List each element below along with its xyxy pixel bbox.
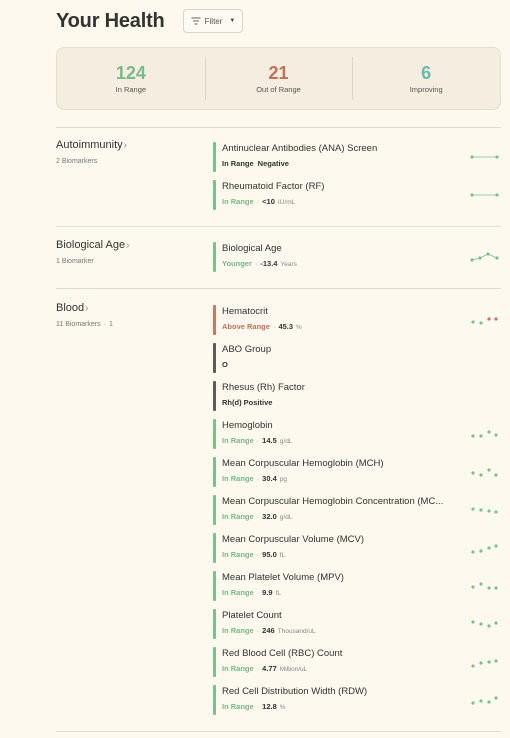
biomarker-row[interactable]: Red Cell Distribution Width (RDW) In Ran…	[213, 685, 501, 715]
filter-icon	[191, 17, 201, 25]
category-biological-age: Biological Age› 1 Biomarker Biological A…	[56, 226, 501, 288]
status-bar	[213, 495, 216, 525]
in-range-label: In Range	[115, 85, 147, 94]
category-count: 11 Biomarkers · 1	[56, 321, 113, 328]
status-bar	[213, 305, 216, 335]
sparkline-icon	[471, 659, 498, 668]
biomarker-name: Mean Corpuscular Volume (MCV)	[222, 534, 365, 545]
biomarker-name: Hematocrit	[222, 306, 268, 317]
caret-down-icon: ▼	[229, 18, 236, 24]
biomarker-row[interactable]: Platelet Count In Range · 246 Thousand/uL	[213, 609, 501, 639]
biomarker-result: In Range · 12.8%	[222, 702, 286, 711]
sparkline-icon	[471, 317, 498, 325]
biomarker-row[interactable]: Rheumatoid Factor (RF) In Range · <10 IU/mL	[213, 180, 501, 210]
biomarker-row[interactable]: Mean Corpuscular Volume (MCV) In Range · 9…	[213, 533, 501, 563]
biomarker-row[interactable]: Antinuclear Antibodies (ANA) Screen In R…	[213, 142, 501, 172]
biomarker-name: Red Blood Cell (RBC) Count	[222, 648, 343, 659]
page-title: Your Health	[56, 9, 165, 32]
category-count: 1 Biomarker	[56, 258, 94, 265]
status-bar	[213, 419, 216, 449]
biomarker-row[interactable]: ABO Group O	[213, 343, 501, 373]
biomarker-result: O	[222, 360, 228, 369]
sparkline-icon	[471, 696, 498, 705]
category-title[interactable]: Blood›	[56, 302, 88, 314]
biomarker-result: In Range · 30.4 pg	[222, 474, 288, 483]
filter-button[interactable]: Filter ▼	[183, 9, 243, 33]
category-blood: Blood› 11 Biomarkers · 1 Hematocrit Above …	[56, 288, 501, 732]
biomarker-name: Mean Platelet Volume (MPV)	[222, 572, 344, 583]
improving-label: Improving	[409, 85, 443, 94]
out-of-range-label: Out of Range	[256, 85, 301, 94]
filter-label: Filter	[204, 16, 223, 26]
sparkline-icon	[470, 252, 499, 262]
sparkline-icon	[471, 544, 498, 554]
biomarker-result: In Range · 14.5 g/dL	[222, 436, 293, 445]
biomarker-result: In Range · 4.77 Million/uL	[222, 664, 308, 673]
sparkline-icon	[471, 582, 498, 590]
biomarker-result: Rh(d) Positive	[222, 398, 273, 407]
page-header: Your Health	[56, 8, 165, 34]
status-bar	[213, 647, 216, 677]
chevron-right-icon: ›	[126, 240, 130, 251]
biomarker-name: Biological Age	[222, 243, 282, 254]
category-autoimmunity: Autoimmunity› 2 Biomarkers Antinuclear A…	[56, 127, 501, 226]
status-bar	[213, 381, 216, 411]
status-bar	[213, 571, 216, 601]
biomarker-name: Rhesus (Rh) Factor	[222, 382, 305, 393]
out-of-range-count: 21	[268, 63, 289, 83]
sparkline-icon	[471, 468, 498, 477]
biomarker-row[interactable]: Mean Platelet Volume (MPV) In Range · 9.9 f…	[213, 571, 501, 601]
status-bar	[213, 457, 216, 487]
biomarker-row[interactable]: Red Blood Cell (RBC) Count In Range · 4.77…	[213, 647, 501, 677]
in-range-stat[interactable]: 124 In Range	[57, 63, 205, 94]
sparkline-icon	[470, 155, 499, 159]
biomarker-result: In Range · <10 IU/mL	[222, 197, 296, 206]
biomarker-name: Hemoglobin	[222, 420, 273, 431]
sparkline-icon	[471, 620, 498, 628]
biomarker-result: In Range · 246 Thousand/uL	[222, 626, 316, 635]
category-title[interactable]: Biological Age›	[56, 239, 129, 251]
status-bar	[213, 533, 216, 563]
biomarker-result: In Range · 9.9 fL	[222, 588, 282, 597]
status-bar	[213, 242, 216, 272]
biomarker-row[interactable]: Biological Age Younger · -13.4 Years	[213, 242, 501, 272]
biomarker-result: In Range · 32.0 g/dL	[222, 512, 293, 521]
biomarker-name: Mean Corpuscular Hemoglobin Concentratio…	[222, 496, 444, 507]
status-bar	[213, 180, 216, 210]
biomarker-row[interactable]: Mean Corpuscular Hemoglobin (MCH) In Ran…	[213, 457, 501, 487]
biomarker-result: Younger · -13.4 Years	[222, 259, 297, 268]
improving-stat[interactable]: 6 Improving	[352, 57, 500, 100]
biomarker-row[interactable]: Mean Corpuscular Hemoglobin Concentratio…	[213, 495, 501, 525]
status-bar	[213, 609, 216, 639]
biomarker-result: In Range Negative	[222, 159, 289, 168]
status-bar	[213, 343, 216, 373]
biomarker-name: Mean Corpuscular Hemoglobin (MCH)	[222, 458, 384, 469]
biomarker-name: Antinuclear Antibodies (ANA) Screen	[222, 143, 378, 154]
status-bar	[213, 685, 216, 715]
in-range-count: 124	[115, 63, 146, 83]
biomarker-row[interactable]: Hemoglobin In Range · 14.5 g/dL	[213, 419, 501, 449]
biomarker-name: Platelet Count	[222, 610, 282, 621]
sparkline-icon	[471, 507, 498, 514]
out-of-range-stat[interactable]: 21 Out of Range	[204, 57, 353, 100]
improving-count: 6	[421, 63, 432, 83]
category-count: 2 Biomarkers	[56, 158, 98, 165]
chevron-right-icon: ›	[85, 303, 89, 314]
biomarker-name: Red Cell Distribution Width (RDW)	[222, 686, 368, 697]
status-bar	[213, 142, 216, 172]
category-title[interactable]: Autoimmunity›	[56, 139, 127, 151]
sparkline-icon	[470, 193, 499, 197]
biomarker-name: Rheumatoid Factor (RF)	[222, 181, 325, 192]
biomarker-row[interactable]: Rhesus (Rh) Factor Rh(d) Positive	[213, 381, 501, 411]
sparkline-icon	[471, 430, 498, 438]
biomarker-result: Above Range · 45.3%	[222, 322, 302, 331]
summary-card: 124 In Range 21 Out of Range 6 Improving	[56, 47, 501, 110]
biomarker-name: ABO Group	[222, 344, 272, 355]
biomarker-row[interactable]: Hematocrit Above Range · 45.3%	[213, 305, 501, 335]
chevron-right-icon: ›	[123, 140, 127, 151]
biomarker-result: In Range · 95.0 fL	[222, 550, 286, 559]
